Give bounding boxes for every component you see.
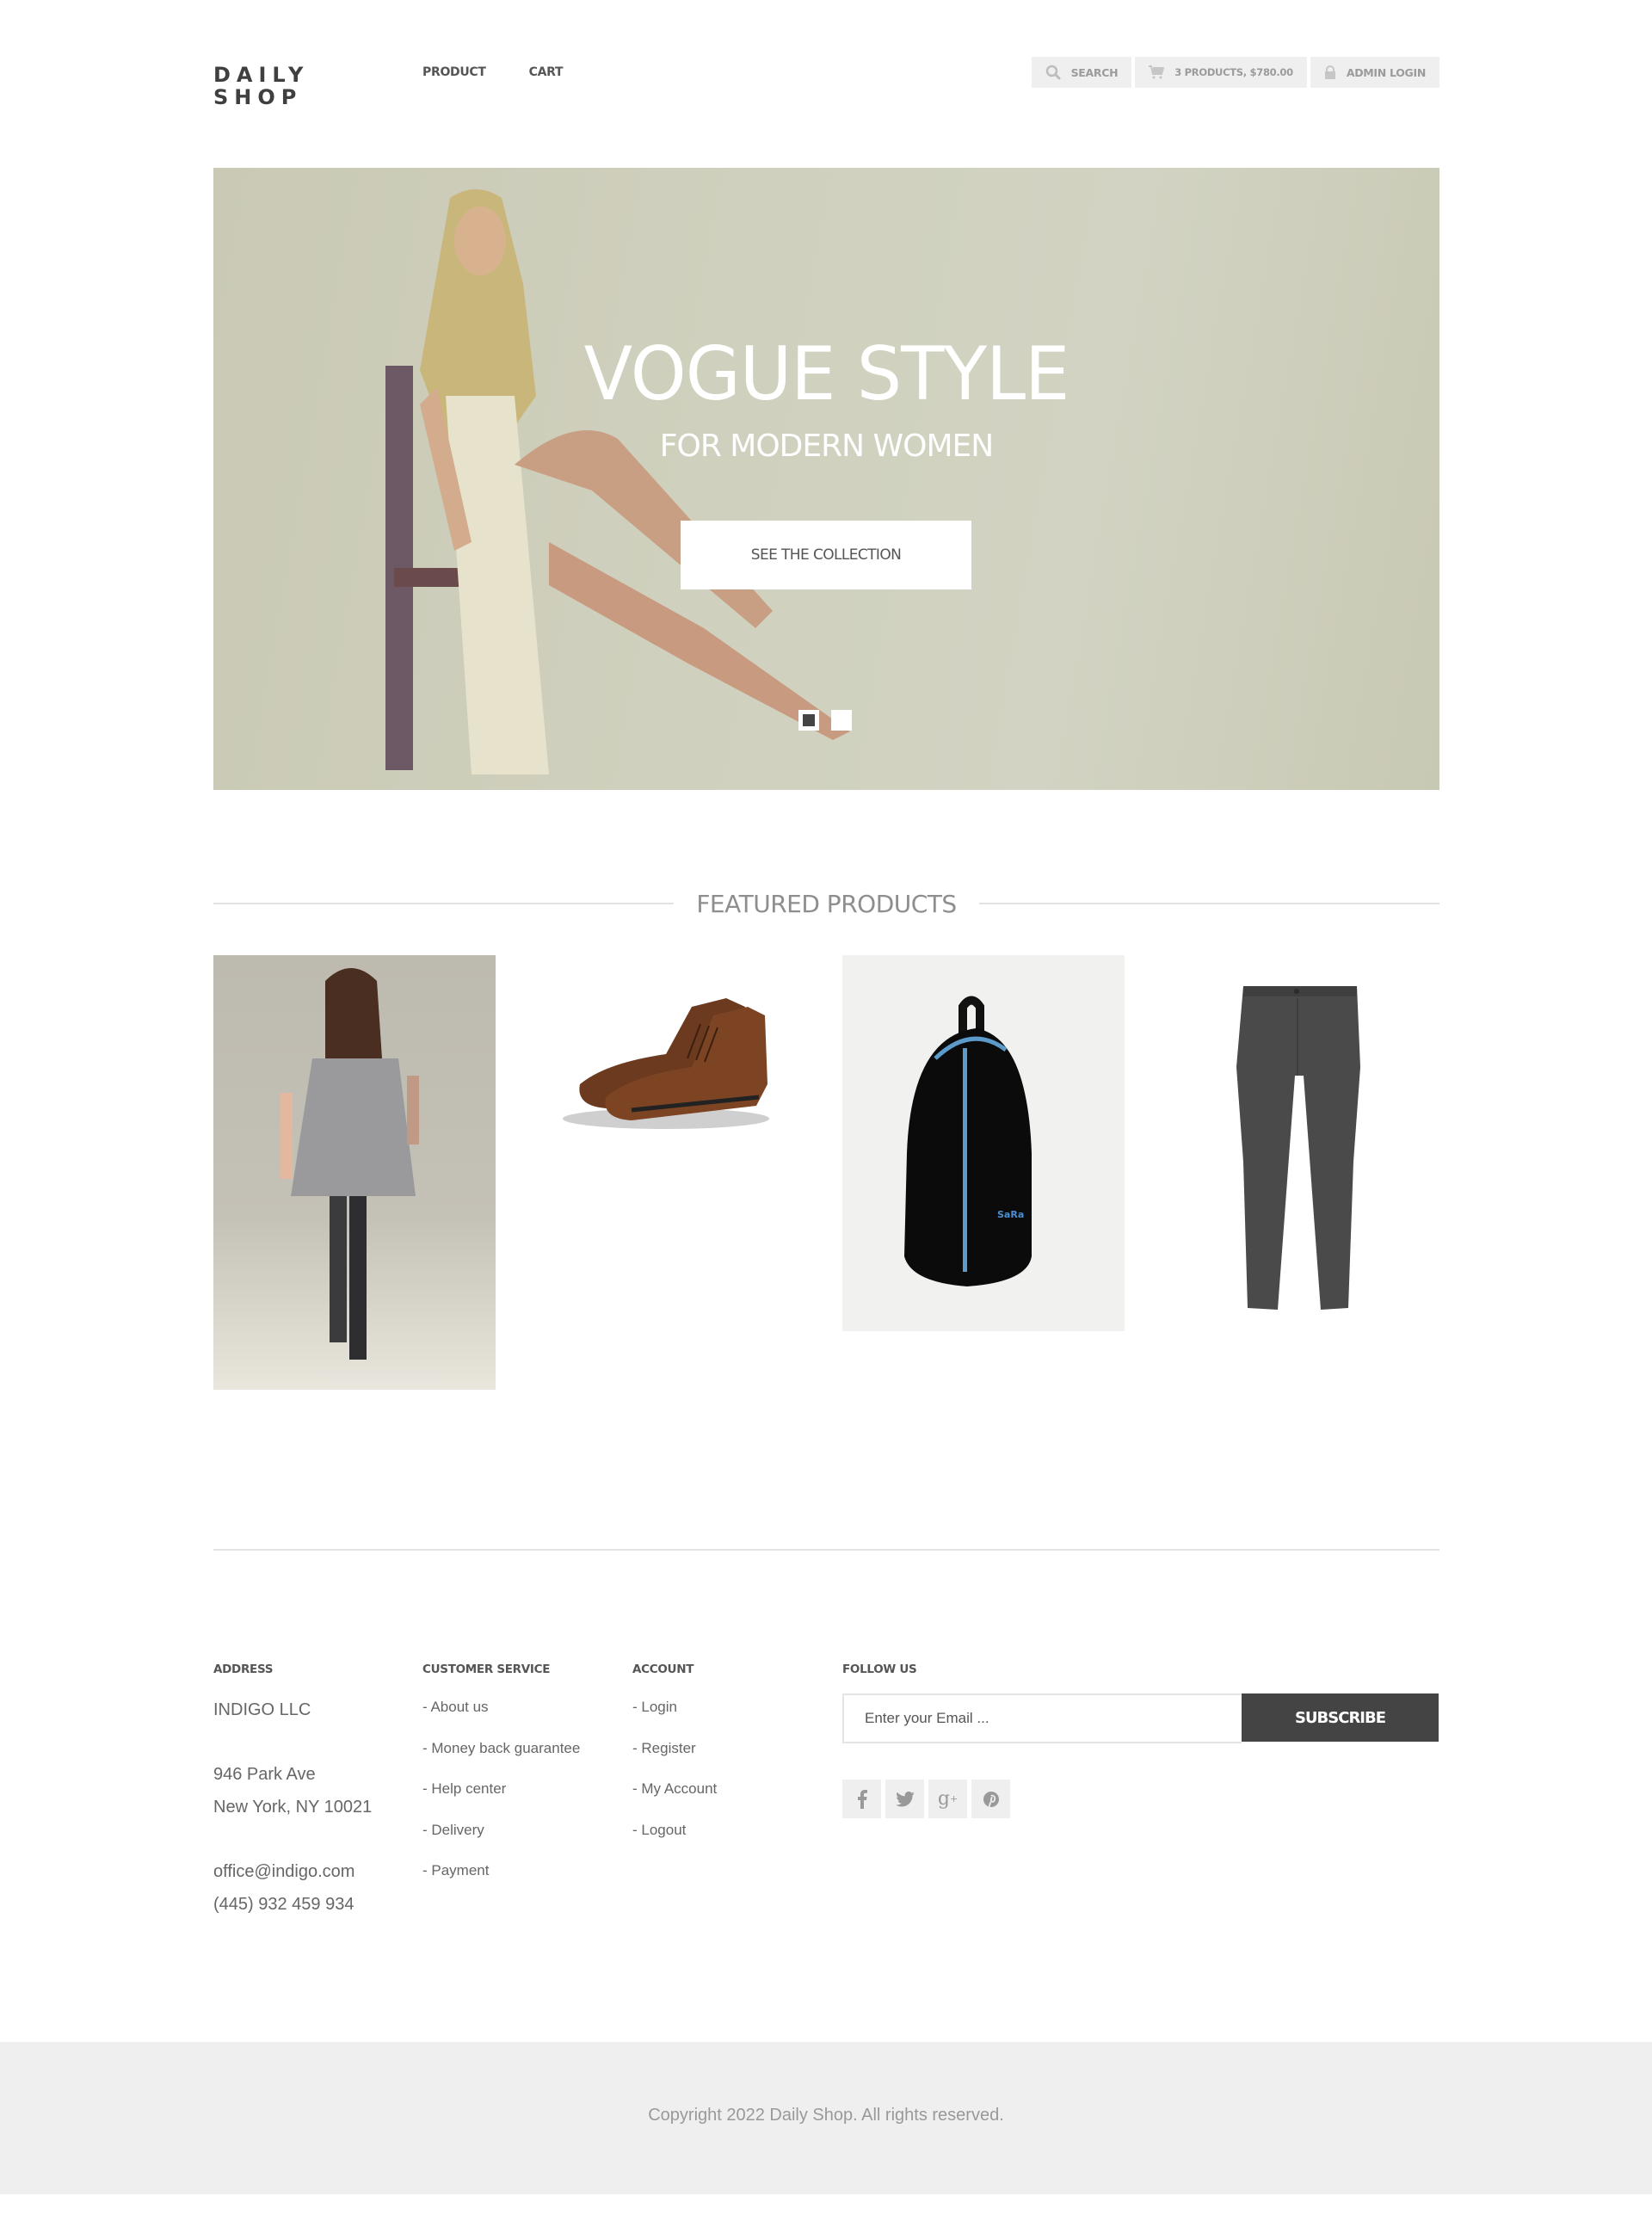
product-image-dress [213,955,496,1390]
footer-customer-service: CUSTOMER SERVICE - About us - Money back… [422,1663,580,1898]
logo[interactable]: DAILY SHOP [213,64,309,108]
link-login[interactable]: - Login [632,1687,717,1728]
site-header: DAILY SHOP PRODUCT CART SEARCH 3 PRODUCT… [213,0,1439,168]
account-heading: ACCOUNT [632,1663,694,1676]
phone: (445) 932 459 934 [213,1895,354,1914]
slide-dot-2[interactable] [831,710,852,731]
company-name: INDIGO LLC [213,1700,311,1719]
facebook-icon[interactable] [842,1780,881,1818]
subscribe-form: SUBSCRIBE [842,1693,1439,1743]
hero-model-image [385,189,850,774]
logo-line-2: SHOP [213,85,303,109]
city: New York, NY 10021 [213,1798,373,1817]
admin-login-button[interactable]: ADMIN LOGIN [1310,57,1439,88]
cart-summary-button[interactable]: 3 PRODUCTS, $780.00 [1135,57,1307,88]
hero-title: VOGUE STYLE [583,331,1070,417]
product-card[interactable] [528,955,811,1144]
search-icon [1045,65,1061,80]
lock-icon [1324,65,1336,79]
link-help-center[interactable]: - Help center [422,1768,580,1810]
copyright-text: Copyright 2022 Daily Shop. All rights re… [648,2106,1004,2125]
product-image-backpack: SaRa [842,955,1125,1331]
link-register[interactable]: - Register [632,1728,717,1769]
hero-subtitle: FOR MODERN WOMEN [659,429,994,464]
pinterest-icon[interactable] [971,1780,1010,1818]
featured-heading: FEATURED PRODUCTS [696,889,957,918]
twitter-icon[interactable] [885,1780,924,1818]
product-card[interactable]: SaRa [842,955,1125,1331]
product-grid: SaRa [213,955,1439,1411]
copyright-bar: Copyright 2022 Daily Shop. All rights re… [0,2042,1652,2194]
backpack-brand: SaRa [997,1209,1024,1220]
top-actions: SEARCH 3 PRODUCTS, $780.00 ADMIN LOGIN [1031,57,1439,88]
footer-address: ADDRESS INDIGO LLC 946 Park Ave New York… [213,1663,372,1921]
main-nav: PRODUCT CART [422,65,564,79]
heading-divider-left [213,903,675,904]
google-plus-icon[interactable]: g + [928,1780,967,1818]
logo-line-1: DAILY [213,63,310,87]
footer-follow: FOLLOW US SUBSCRIBE g+ [842,1663,1439,1818]
link-payment[interactable]: - Payment [422,1850,580,1891]
link-logout[interactable]: - Logout [632,1810,717,1851]
link-about-us[interactable]: - About us [422,1687,580,1728]
hero-text: VOGUE STYLE FOR MODERN WOMEN [213,331,1439,466]
see-collection-button[interactable]: SEE THE COLLECTION [681,521,971,589]
search-button[interactable]: SEARCH [1031,57,1132,88]
footer-account: ACCOUNT - Login - Register - My Account … [632,1663,717,1857]
product-card[interactable] [1157,955,1439,1317]
email-input[interactable] [842,1693,1242,1743]
cart-summary-label: 3 PRODUCTS, $780.00 [1174,66,1293,78]
link-my-account[interactable]: - My Account [632,1768,717,1810]
customer-service-heading: CUSTOMER SERVICE [422,1663,551,1676]
heading-divider-right [978,903,1439,904]
email-link[interactable]: office@indigo.com [213,1855,372,1888]
cart-icon [1149,65,1165,79]
product-image-trousers [1236,986,1360,1310]
search-label: SEARCH [1070,65,1119,79]
product-image-boots [563,998,769,1129]
address-heading: ADDRESS [213,1663,274,1676]
slider-pagination [798,710,852,731]
slide-dot-1[interactable] [798,710,819,731]
hero-slider: VOGUE STYLE FOR MODERN WOMEN SEE THE COL… [213,168,1439,790]
follow-heading: FOLLOW US [842,1663,917,1676]
product-card[interactable] [213,955,496,1390]
featured-heading-row: FEATURED PRODUCTS [213,886,1439,921]
street: 946 Park Ave [213,1765,316,1784]
nav-product[interactable]: PRODUCT [422,65,486,79]
admin-login-label: ADMIN LOGIN [1346,65,1426,79]
link-money-back[interactable]: - Money back guarantee [422,1728,580,1769]
link-delivery[interactable]: - Delivery [422,1810,580,1851]
featured-products: FEATURED PRODUCTS SaRa [213,886,1439,1411]
social-links: g + [842,1780,1439,1818]
nav-cart[interactable]: CART [529,65,564,79]
site-footer: ADDRESS INDIGO LLC 946 Park Ave New York… [213,1551,1439,2042]
subscribe-button[interactable]: SUBSCRIBE [1242,1693,1439,1742]
